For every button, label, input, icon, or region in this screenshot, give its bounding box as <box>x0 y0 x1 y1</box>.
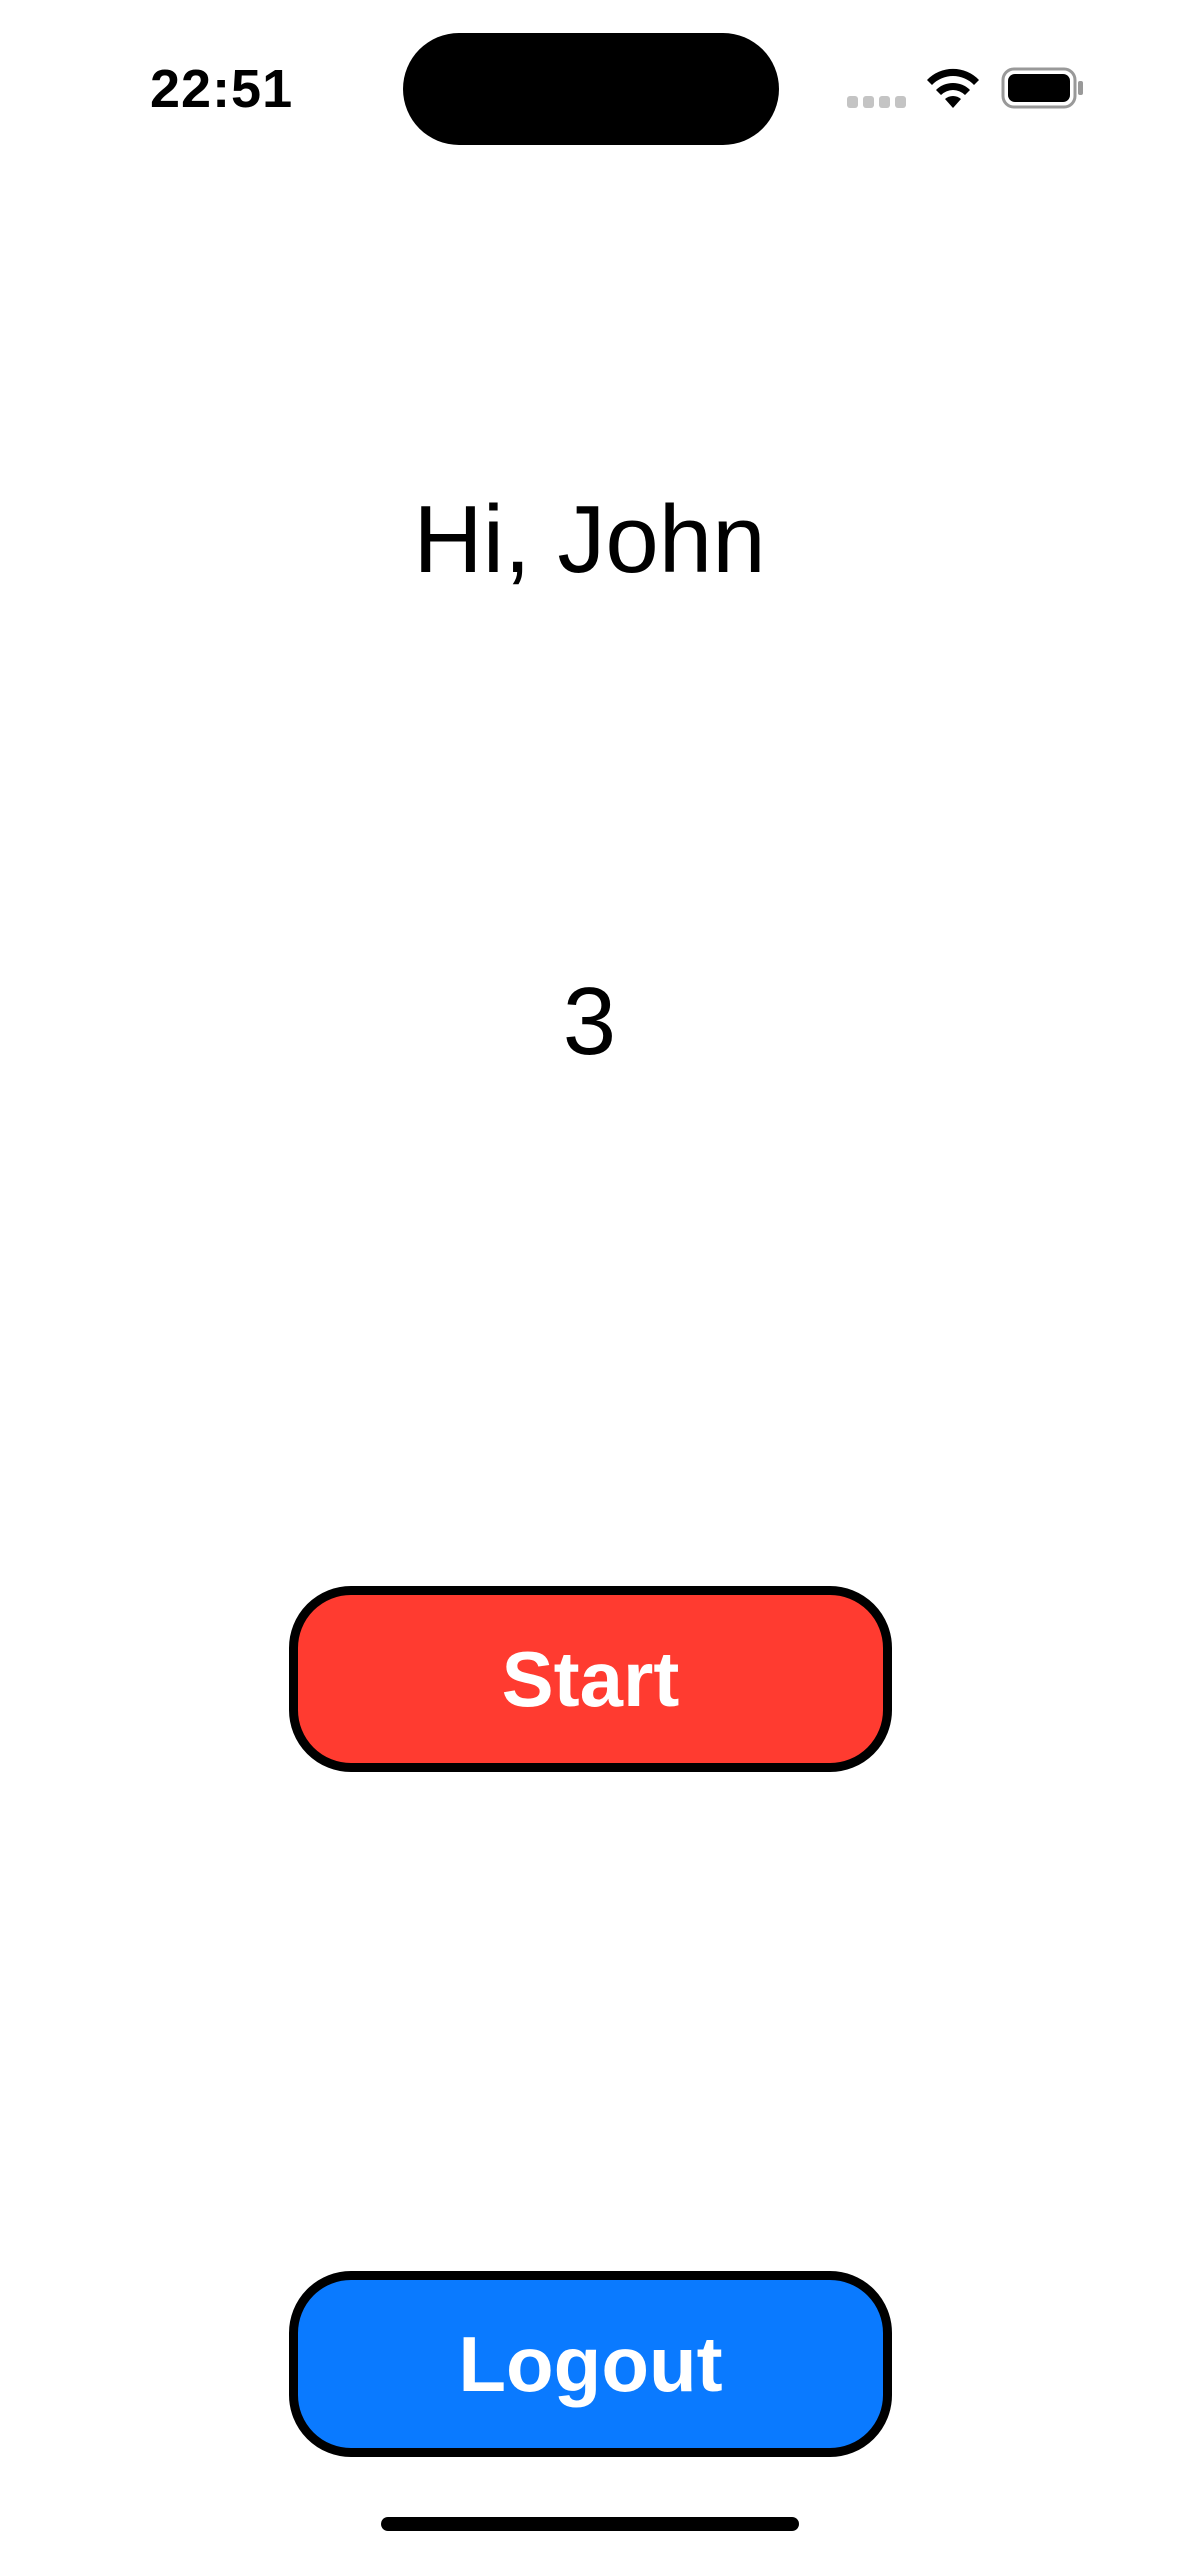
cellular-signal-icon <box>847 96 907 108</box>
battery-icon <box>1001 67 1083 109</box>
wifi-icon <box>927 68 979 108</box>
greeting-text: Hi, John <box>413 486 766 593</box>
start-button-label: Start <box>501 1634 680 1723</box>
status-bar: 22:51 <box>0 0 1179 180</box>
counter-value: 3 <box>562 968 617 1075</box>
dynamic-island <box>403 33 779 145</box>
status-time: 22:51 <box>150 59 294 119</box>
logout-button-label: Logout <box>458 2319 723 2408</box>
logout-button[interactable]: Logout <box>289 2271 892 2457</box>
start-button[interactable]: Start <box>289 1586 892 1772</box>
home-indicator[interactable] <box>381 2517 799 2531</box>
